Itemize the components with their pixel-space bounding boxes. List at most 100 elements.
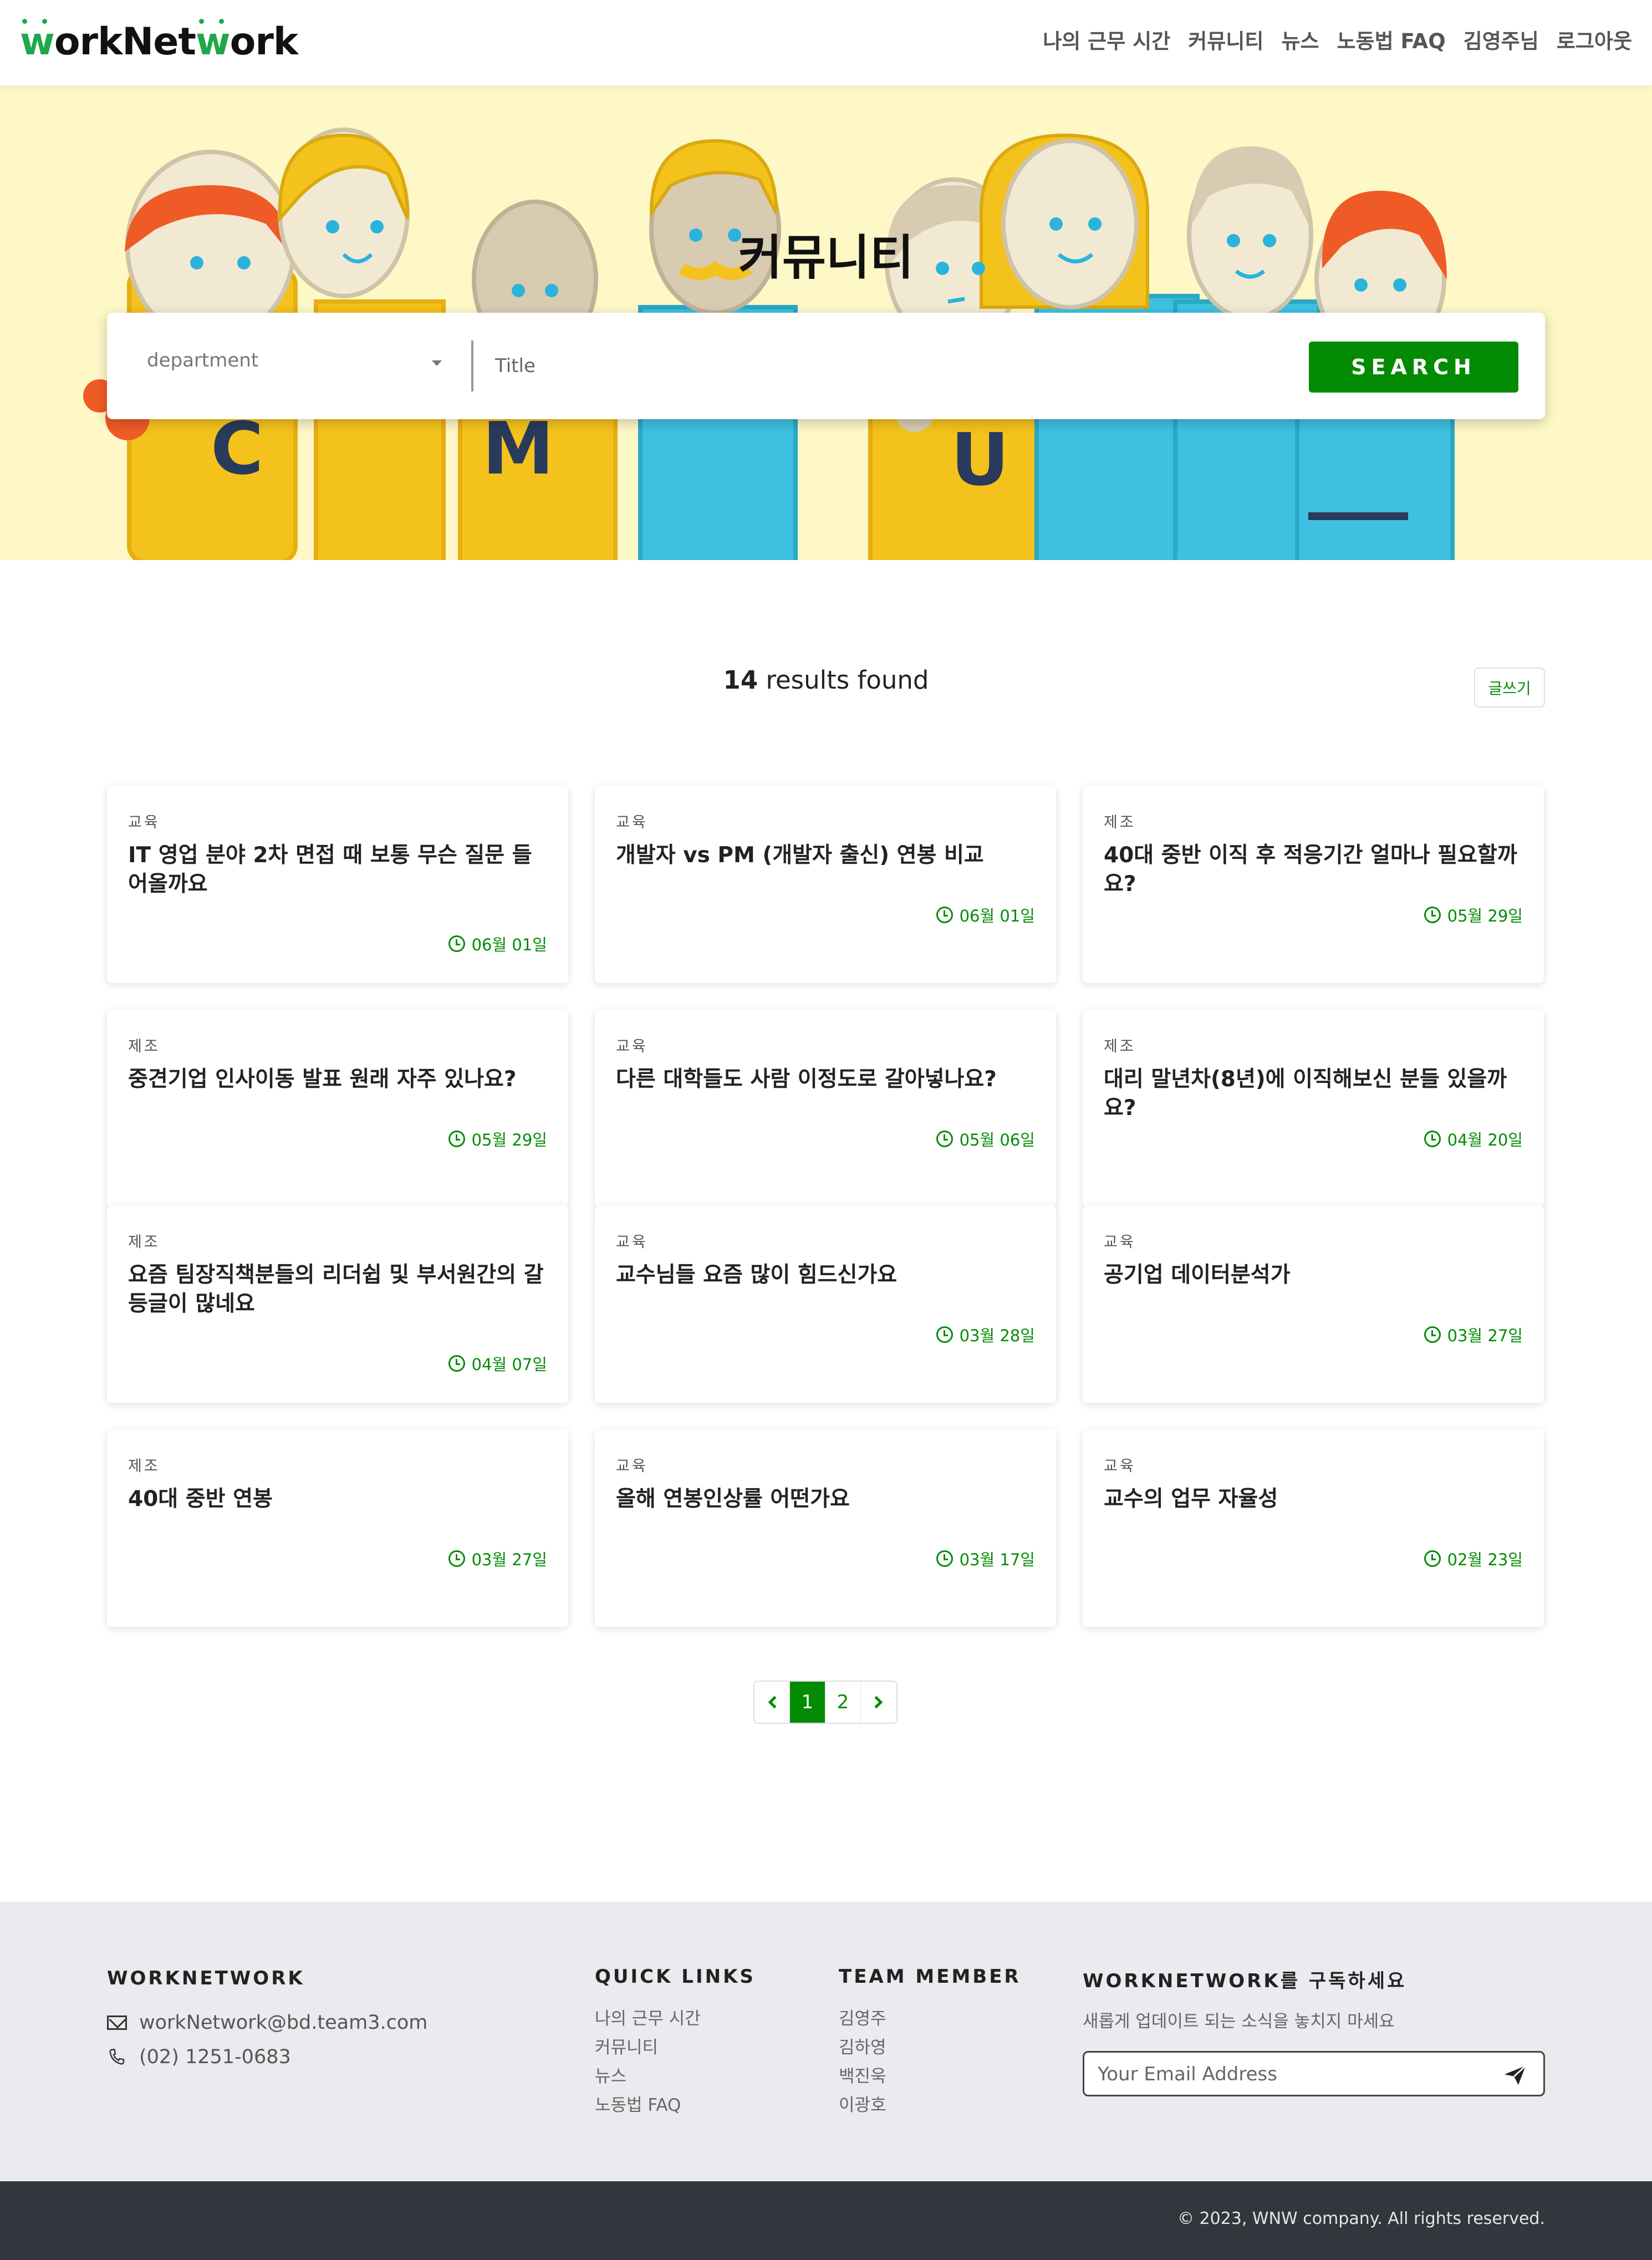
post-card[interactable]: 제조 40대 중반 연봉 03월 27일 (107, 1429, 568, 1627)
footer-brand-heading: WORKNETWORK (107, 1967, 305, 1989)
hero-banner: C M U 커뮤니티 department SEARCH (0, 85, 1652, 560)
post-date: 05월 06일 (936, 1127, 1035, 1151)
post-card[interactable]: 교육 IT 영업 분야 2차 면접 때 보통 무슨 질문 들어올까요 06월 01일 (107, 786, 568, 983)
post-date: 02월 23일 (1424, 1547, 1523, 1570)
post-date-text: 05월 29일 (471, 1131, 547, 1149)
team-member: 이광호 (839, 2095, 886, 2115)
subscribe-email-input[interactable] (1098, 2058, 1475, 2090)
department-select[interactable]: department (147, 349, 258, 371)
post-date-text: 05월 29일 (1447, 907, 1523, 925)
nav-labor-faq[interactable]: 노동법 FAQ (1337, 22, 1446, 61)
post-card[interactable]: 교육교수님들 요즘 많이 힘드신가요 03월 28일 (595, 1205, 1056, 1403)
post-date-text: 03월 27일 (1447, 1326, 1523, 1345)
nav-user-name[interactable]: 김영주님 (1464, 22, 1539, 61)
post-title[interactable]: 대리 말년차(8년)에 이직해보신 분들 있을까요? (1104, 1065, 1525, 1123)
footer-email[interactable]: workNetwork@bd.team3.com (107, 2012, 427, 2034)
post-title[interactable]: 40대 중반 연봉 (128, 1485, 549, 1514)
quick-link-labor-faq[interactable]: 노동법 FAQ (595, 2091, 701, 2120)
post-date-text: 02월 23일 (1447, 1550, 1523, 1569)
post-date: 06월 01일 (448, 932, 547, 955)
page-1-button[interactable]: 1 (790, 1682, 825, 1723)
post-title[interactable]: 개발자 vs PM (개발자 출신) 연봉 비교 (616, 841, 1037, 870)
footer-phone[interactable]: (02) 1251-0683 (107, 2046, 291, 2068)
copyright-bar: © 2023, WNW company. All rights reserved… (0, 2181, 1652, 2260)
subscribe-heading: WORKNETWORK를 구독하세요 (1083, 1970, 1407, 1992)
quick-link-work-hours[interactable]: 나의 근무 시간 (595, 2004, 701, 2033)
post-card[interactable]: 교육 개발자 vs PM (개발자 출신) 연봉 비교 06월 01일 (595, 786, 1056, 983)
clock-icon (1424, 1550, 1441, 1567)
chevron-down-icon[interactable] (432, 360, 442, 366)
post-date: 03월 28일 (936, 1323, 1035, 1346)
next-page-button[interactable] (861, 1682, 896, 1723)
mail-icon (107, 2015, 127, 2030)
clock-icon (1424, 1131, 1441, 1147)
post-category: 교육 (128, 814, 160, 831)
post-date-text: 03월 27일 (471, 1550, 547, 1569)
clock-icon (936, 1326, 953, 1343)
post-card[interactable]: 제조 40대 중반 이직 후 적응기간 얼마나 필요할까요? 05월 29일 (1083, 786, 1544, 983)
post-card[interactable]: 교육 공기업 데이터분석가 03월 27일 (1083, 1205, 1544, 1403)
post-category: 교육 (616, 1234, 648, 1251)
post-category: 제조 (1104, 814, 1136, 831)
quick-link-community[interactable]: 커뮤니티 (595, 2033, 701, 2062)
page-2-button[interactable]: 2 (825, 1682, 861, 1723)
post-title[interactable]: 공기업 데이터분석가 (1104, 1261, 1525, 1290)
chevron-right-icon (870, 1696, 883, 1709)
post-card[interactable]: 제조 대리 말년차(8년)에 이직해보신 분들 있을까요? 04월 20일 (1083, 1010, 1544, 1207)
quick-links-list: 나의 근무 시간 커뮤니티 뉴스 노동법 FAQ (595, 2004, 701, 2120)
post-category: 교육 (1104, 1458, 1136, 1475)
divider (471, 340, 473, 391)
title-search-input[interactable] (495, 342, 1260, 390)
clock-icon (936, 907, 953, 923)
post-date-text: 05월 06일 (959, 1131, 1035, 1149)
post-date-text: 06월 01일 (959, 907, 1035, 925)
write-post-button[interactable]: 글쓰기 (1474, 668, 1545, 707)
team-list: 김영주 김하영 백진욱 이광호 (839, 2004, 886, 2120)
quick-link-news[interactable]: 뉴스 (595, 2062, 701, 2091)
results-count: 14 results found (0, 665, 1652, 695)
prev-page-button[interactable] (754, 1682, 790, 1723)
nav-news[interactable]: 뉴스 (1281, 22, 1319, 61)
main-nav: 나의 근무 시간 커뮤니티 뉴스 노동법 FAQ 김영주님 로그아웃 (1043, 22, 1632, 61)
post-date: 03월 27일 (1424, 1323, 1523, 1346)
logo-text-ork: ork (230, 20, 298, 64)
post-date: 04월 07일 (448, 1352, 547, 1375)
phone-icon (109, 2049, 125, 2065)
post-category: 제조 (128, 1038, 160, 1055)
nav-community[interactable]: 커뮤니티 (1188, 22, 1263, 61)
pagination: 1 2 (753, 1681, 898, 1724)
search-bar: department SEARCH (107, 313, 1545, 419)
post-title[interactable]: 40대 중반 이직 후 적응기간 얼마나 필요할까요? (1104, 841, 1525, 899)
logo[interactable]: workNetwork (20, 16, 298, 69)
post-category: 제조 (128, 1234, 160, 1251)
subscribe-description: 새롭게 업데이트 되는 소식을 놓치지 마세요 (1083, 2012, 1395, 2032)
post-card[interactable]: 교육 다른 대학들도 사람 이정도로 갈아넣나요? 05월 06일 (595, 1010, 1056, 1207)
post-title[interactable]: 요즘 팀장직책분들의 리더쉽 및 부서원간의 갈등글이 많네요 (128, 1261, 549, 1319)
logo-dot (199, 19, 204, 24)
post-category: 제조 (128, 1458, 160, 1475)
post-title[interactable]: 올해 연봉인상률 어떤가요 (616, 1485, 1037, 1514)
team-member: 백진욱 (839, 2066, 886, 2086)
post-date-text: 04월 20일 (1447, 1131, 1523, 1149)
subscribe-send-button[interactable] (1502, 2063, 1528, 2088)
post-date: 03월 27일 (448, 1547, 547, 1570)
logo-letter-w: w (20, 20, 55, 64)
post-date-text: 06월 01일 (471, 935, 547, 954)
post-title[interactable]: 다른 대학들도 사람 이정도로 갈아넣나요? (616, 1065, 1037, 1094)
post-date: 06월 01일 (936, 903, 1035, 927)
team-member: 김하영 (839, 2038, 886, 2058)
post-card[interactable]: 교육교수의 업무 자율성 02월 23일 (1083, 1429, 1544, 1627)
footer-email-text: workNetwork@bd.team3.com (139, 2012, 428, 2034)
nav-logout[interactable]: 로그아웃 (1557, 22, 1632, 61)
post-card[interactable]: 제조요즘 팀장직책분들의 리더쉽 및 부서원간의 갈등글이 많네요 04월 07일 (107, 1205, 568, 1403)
post-title[interactable]: 교수의 업무 자율성 (1104, 1485, 1525, 1514)
nav-work-hours[interactable]: 나의 근무 시간 (1043, 22, 1170, 61)
post-card[interactable]: 제조중견기업 인사이동 발표 원래 자주 있나요? 05월 29일 (107, 1010, 568, 1207)
post-card[interactable]: 교육 올해 연봉인상률 어떤가요 03월 17일 (595, 1429, 1056, 1627)
post-title[interactable]: 교수님들 요즘 많이 힘드신가요 (616, 1261, 1037, 1290)
post-title[interactable]: 중견기업 인사이동 발표 원래 자주 있나요? (128, 1065, 549, 1094)
logo-dot (42, 19, 47, 24)
search-button[interactable]: SEARCH (1309, 342, 1518, 393)
post-title[interactable]: IT 영업 분야 2차 면접 때 보통 무슨 질문 들어올까요 (128, 841, 549, 899)
footer (0, 1902, 1652, 2181)
